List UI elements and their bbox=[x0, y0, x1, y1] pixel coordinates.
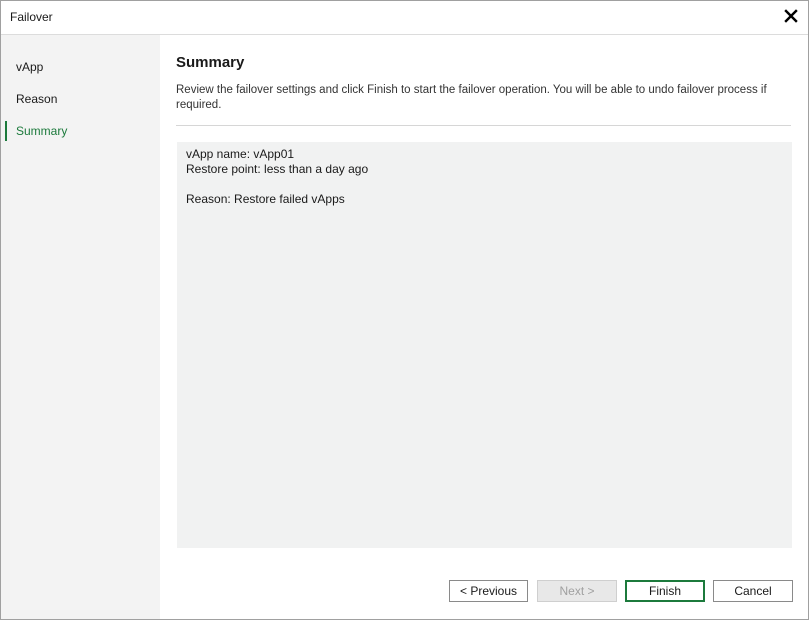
wizard-steps-sidebar: vApp Reason Summary bbox=[1, 35, 160, 619]
sidebar-item-label: Reason bbox=[16, 92, 58, 106]
active-step-indicator bbox=[5, 121, 7, 141]
sidebar-item-label: Summary bbox=[16, 124, 68, 138]
failover-dialog: Failover vApp Reason Summary Summary Rev… bbox=[0, 0, 809, 620]
sidebar-item-summary[interactable]: Summary bbox=[1, 119, 160, 143]
summary-text-area[interactable]: vApp name: vApp01 Restore point: less th… bbox=[177, 142, 792, 548]
page-description: Review the failover settings and click F… bbox=[176, 84, 767, 111]
summary-line-restore-point: Restore point: less than a day ago bbox=[186, 162, 369, 176]
sidebar-item-vapp[interactable]: vApp bbox=[1, 55, 160, 79]
finish-button[interactable]: Finish bbox=[625, 580, 705, 602]
close-icon bbox=[784, 9, 798, 23]
page-title: Summary bbox=[176, 54, 245, 71]
cancel-button[interactable]: Cancel bbox=[713, 580, 793, 602]
summary-line-vapp-name: vApp name: vApp01 bbox=[186, 147, 295, 161]
summary-line-reason: Reason: Restore failed vApps bbox=[186, 192, 345, 206]
main-content: Summary Review the failover settings and… bbox=[160, 35, 808, 619]
sidebar-item-reason[interactable]: Reason bbox=[1, 87, 160, 111]
header-divider bbox=[176, 125, 791, 126]
previous-button[interactable]: < Previous bbox=[449, 580, 528, 602]
sidebar-item-label: vApp bbox=[16, 60, 44, 74]
close-button[interactable] bbox=[780, 5, 802, 27]
window-title: Failover bbox=[10, 10, 53, 24]
title-bar: Failover bbox=[1, 1, 808, 35]
next-button[interactable]: Next > bbox=[537, 580, 617, 602]
